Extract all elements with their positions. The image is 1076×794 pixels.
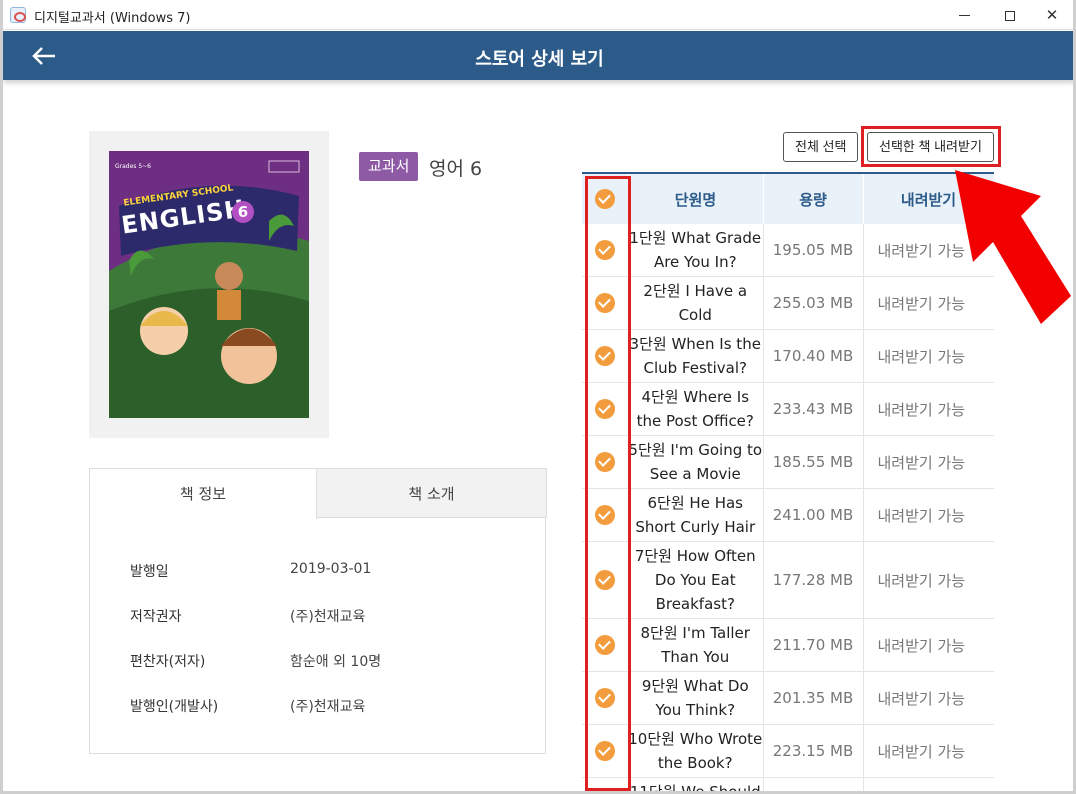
info-value: (주)천재교육 [290, 699, 366, 715]
table-row[interactable]: 1단원 What Grade Are You In? 195.05 MB 내려받기 … [582, 224, 994, 277]
app-window: 디지털교과서 (Windows 7) ✕ 스토어 상세 보기 Grades 5~… [0, 0, 1076, 794]
unit-size: 223.15 MB [763, 724, 864, 778]
unit-status: 내려받기 가능 [863, 541, 994, 619]
cover-number: 6 [232, 201, 254, 223]
unit-size: 255.03 MB [763, 276, 864, 330]
book-cover-image: Grades 5~6 ELEMENTARY SCHOOL ENGLISH 6 [109, 151, 309, 418]
close-button[interactable]: ✕ [1029, 0, 1073, 30]
minimize-button[interactable] [941, 0, 987, 30]
unit-size: 185.55 MB [763, 435, 864, 489]
book-cover-frame: Grades 5~6 ELEMENTARY SCHOOL ENGLISH 6 [89, 131, 329, 438]
table-row[interactable]: 9단원 What Do You Think? 201.35 MB 내려받기 가능 [582, 671, 994, 725]
cover-grade: Grades 5~6 [115, 163, 151, 170]
unit-name: 10단원 Who Wrote the Book? [628, 724, 764, 778]
unit-table: 단원명 용량 내려받기 1단원 What Grade Are You In? 19… [582, 172, 994, 791]
unit-name: 7단원 How Often Do You Eat Breakfast? [628, 541, 764, 619]
unit-size: 201.35 MB [763, 671, 864, 725]
pointer-arrow-icon [955, 170, 1071, 324]
unit-status: 내려받기 가능 [863, 671, 994, 725]
minimize-icon [958, 15, 970, 16]
table-row[interactable]: 6단원 He Has Short Curly Hair 241.00 MB 내려받기… [582, 488, 994, 542]
unit-size: 195.05 MB [763, 224, 864, 277]
table-row[interactable]: 7단원 How Often Do You Eat Breakfast? 177.2… [582, 541, 994, 619]
unit-status: 내려받기 가능 [863, 329, 994, 383]
book-tabs: 책 정보 책 소개 발행일 2019-03-01 저작권자 (주)천재교육 편찬… [89, 468, 547, 754]
select-all-button[interactable]: 전체 선택 [783, 132, 859, 162]
book-title: 영어 6 [429, 158, 483, 180]
table-row[interactable]: 11단원 We Should Save the Earth193.85 MB내려… [582, 777, 994, 791]
table-row[interactable]: 5단원 I'm Going to See a Movie 185.55 MB 내려받… [582, 435, 994, 489]
table-row[interactable]: 3단원 When Is the Club Festival? 170.40 MB 내… [582, 329, 994, 383]
info-label: 저작권자 [130, 609, 182, 625]
highlight-box-checkboxes [585, 176, 631, 791]
unit-size: 177.28 MB [763, 541, 864, 619]
info-value: 함순애 외 10명 [290, 654, 382, 670]
unit-name: 9단원 What Do You Think? [628, 671, 764, 725]
highlight-box-download [861, 126, 1001, 167]
unit-status: 내려받기 가능 [863, 724, 994, 778]
unit-name: 4단원 Where Is the Post Office? [628, 382, 764, 436]
close-icon: ✕ [1045, 6, 1059, 24]
unit-name: 11단원 We Should Save the Earth [628, 777, 764, 791]
page-title: 스토어 상세 보기 [475, 49, 604, 70]
unit-size: 193.85 MB [763, 777, 864, 791]
tab-book-intro[interactable]: 책 소개 [317, 468, 547, 518]
info-value: (주)천재교육 [290, 609, 366, 625]
title-bar: 디지털교과서 (Windows 7) ✕ [3, 0, 1073, 30]
category-badge: 교과서 [359, 152, 419, 181]
tab-book-info[interactable]: 책 정보 [89, 468, 317, 519]
unit-name: 5단원 I'm Going to See a Movie [628, 435, 764, 489]
table-header-row: 단원명 용량 내려받기 [582, 174, 994, 224]
app-header: 스토어 상세 보기 [3, 31, 1073, 80]
info-label: 발행일 [130, 564, 169, 580]
unit-name: 8단원 I'm Taller Than You [628, 618, 764, 672]
unit-status: 내려받기 가능 [863, 618, 994, 672]
unit-size: 233.43 MB [763, 382, 864, 436]
unit-status: 내려받기 가능 [863, 435, 994, 489]
unit-status: 내려받기 가능 [863, 777, 994, 791]
column-header-name: 단원명 [628, 174, 764, 224]
app-icon [10, 7, 26, 23]
maximize-icon [1005, 10, 1015, 21]
unit-name: 1단원 What Grade Are You In? [628, 224, 764, 277]
table-row[interactable]: 2단원 I Have a Cold 255.03 MB 내려받기 가능 [582, 276, 994, 330]
info-label: 발행인(개발사) [130, 699, 219, 715]
unit-status: 내려받기 가능 [863, 488, 994, 542]
table-row[interactable]: 8단원 I'm Taller Than You 211.70 MB 내려받기 가능 [582, 618, 994, 672]
table-row[interactable]: 4단원 Where Is the Post Office? 233.43 MB 내려… [582, 382, 994, 436]
unit-name: 3단원 When Is the Club Festival? [628, 329, 764, 383]
unit-size: 170.40 MB [763, 329, 864, 383]
maximize-button[interactable] [987, 0, 1033, 30]
info-value: 2019-03-01 [290, 561, 372, 577]
window-title: 디지털교과서 (Windows 7) [34, 11, 191, 26]
unit-size: 211.70 MB [763, 618, 864, 672]
column-header-size: 용량 [763, 174, 864, 224]
unit-size: 241.00 MB [763, 488, 864, 542]
table-row[interactable]: 10단원 Who Wrote the Book? 223.15 MB 내려받기 가능 [582, 724, 994, 778]
unit-name: 6단원 He Has Short Curly Hair [628, 488, 764, 542]
unit-status: 내려받기 가능 [863, 382, 994, 436]
info-label: 편찬자(저자) [130, 654, 206, 670]
unit-name: 2단원 I Have a Cold [628, 276, 764, 330]
